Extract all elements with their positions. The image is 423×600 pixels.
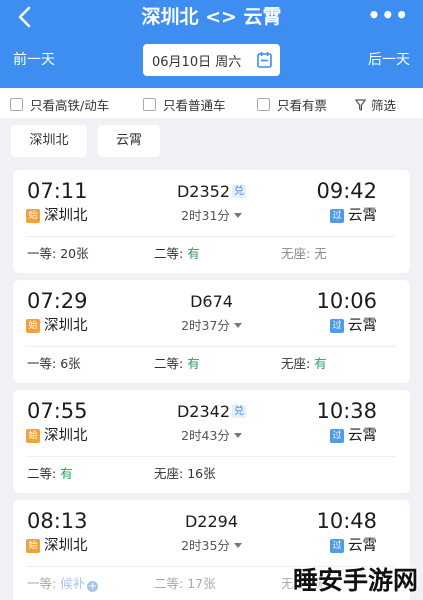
passing-badge: 过 (330, 429, 344, 443)
arrival-station: 过 云霄 (330, 537, 377, 555)
next-day-button[interactable]: 后一天 (368, 50, 410, 70)
arrival-station-name: 云霄 (348, 318, 377, 334)
filter-normal-train-label: 只看普通车 (163, 98, 226, 113)
passing-badge: 过 (330, 539, 344, 553)
seat-second-class: 二等: 有 (27, 466, 73, 481)
chevron-down-icon (233, 213, 242, 218)
passing-badge: 过 (330, 319, 344, 333)
filter-normal-train[interactable]: 只看普通车 (143, 95, 226, 114)
divider (27, 236, 396, 237)
seat-second-class: 二等: 17张 (154, 576, 216, 591)
arrival-station-name: 云霄 (348, 428, 377, 444)
duration-text: 2时35分 (181, 538, 230, 553)
arrival-time: 10:48 (316, 509, 377, 533)
top-bar: 深圳北 <> 云霄 ••• 前一天 06月10日 周六 后一天 (0, 0, 423, 88)
departure-station: 始 深圳北 (26, 207, 88, 225)
passing-badge: 过 (330, 209, 344, 223)
train-number: D2294 (184, 512, 239, 531)
waitlist-plus-icon[interactable]: + (87, 581, 99, 592)
station-chip-from[interactable]: 深圳北 (11, 125, 87, 157)
origin-badge: 始 (26, 429, 40, 443)
seat-no-seat: 无座: 有 (281, 356, 327, 371)
filter-high-speed-label: 只看高铁/动车 (30, 98, 110, 113)
seat-no-seat: 无座: 无 (281, 246, 327, 261)
arrival-station-name: 云霄 (348, 538, 377, 554)
departure-station-name: 深圳北 (44, 538, 88, 554)
seat-second-class: 二等: 有 (154, 246, 200, 261)
arrival-station: 过 云霄 (330, 317, 377, 335)
divider (27, 456, 396, 457)
train-card[interactable]: 07:11 D2352 兑 2时31分 09:42 始 深圳北 过 云霄 一等: … (13, 170, 410, 273)
filter-high-speed[interactable]: 只看高铁/动车 (10, 95, 109, 114)
calendar-icon (257, 52, 272, 68)
train-number: D2352 (176, 182, 231, 201)
duration-text: 2时43分 (181, 428, 230, 443)
funnel-icon (355, 98, 366, 111)
checkbox-icon[interactable] (10, 98, 23, 111)
seat-first-class: 一等: 6张 (27, 356, 81, 371)
chevron-down-icon (233, 433, 242, 438)
redeem-tag: 兑 (232, 405, 247, 418)
chevron-down-icon (233, 323, 242, 328)
seat-second-class: 二等: 有 (154, 356, 200, 371)
divider (27, 346, 396, 347)
arrival-station-name: 云霄 (348, 208, 377, 224)
previous-day-button[interactable]: 前一天 (13, 50, 55, 70)
duration-text: 2时37分 (181, 318, 230, 333)
arrival-time: 10:38 (316, 399, 377, 423)
filter-available-only-label: 只看有票 (277, 98, 328, 113)
train-card[interactable]: 07:55 D2342 兑 2时43分 10:38 始 深圳北 过 云霄 二等: … (13, 390, 410, 493)
arrival-time: 10:06 (316, 289, 377, 313)
seat-no-seat: 无座: 16张 (154, 466, 216, 481)
departure-station: 始 深圳北 (26, 317, 88, 335)
more-menu-icon[interactable]: ••• (368, 4, 409, 26)
origin-badge: 始 (26, 319, 40, 333)
origin-badge: 始 (26, 539, 40, 553)
departure-station-name: 深圳北 (44, 318, 88, 334)
filter-button[interactable]: 筛选 (355, 95, 396, 114)
filter-button-label: 筛选 (371, 98, 397, 113)
checkbox-icon[interactable] (143, 98, 156, 111)
filter-bar: 只看高铁/动车 只看普通车 只看有票 筛选 (0, 88, 423, 118)
departure-station: 始 深圳北 (26, 537, 88, 555)
chevron-down-icon (233, 543, 242, 548)
seat-first-class: 一等: 20张 (27, 246, 89, 261)
route-title: 深圳北 <> 云霄 (141, 6, 282, 28)
seat-first-class-waitlist[interactable]: 一等: 候补 + (27, 576, 99, 592)
origin-badge: 始 (26, 209, 40, 223)
duration-text: 2时31分 (181, 208, 230, 223)
departure-station-name: 深圳北 (44, 208, 88, 224)
redeem-tag: 兑 (232, 185, 247, 198)
arrival-station: 过 云霄 (330, 427, 377, 445)
checkbox-icon[interactable] (257, 98, 270, 111)
train-card[interactable]: 07:29 D674 2时37分 10:06 始 深圳北 过 云霄 一等: 6张… (13, 280, 410, 383)
departure-station-name: 深圳北 (44, 428, 88, 444)
site-watermark: 睡安手游网 (293, 566, 419, 595)
station-chip-to[interactable]: 云霄 (98, 125, 160, 157)
train-number: D2342 (176, 402, 231, 421)
departure-station: 始 深圳北 (26, 427, 88, 445)
filter-available-only[interactable]: 只看有票 (257, 95, 327, 114)
selected-date: 06月10日 周六 (152, 54, 242, 70)
arrival-time: 09:42 (316, 179, 377, 203)
date-picker[interactable]: 06月10日 周六 (143, 44, 280, 76)
arrival-station: 过 云霄 (330, 207, 377, 225)
train-number: D674 (190, 292, 233, 311)
